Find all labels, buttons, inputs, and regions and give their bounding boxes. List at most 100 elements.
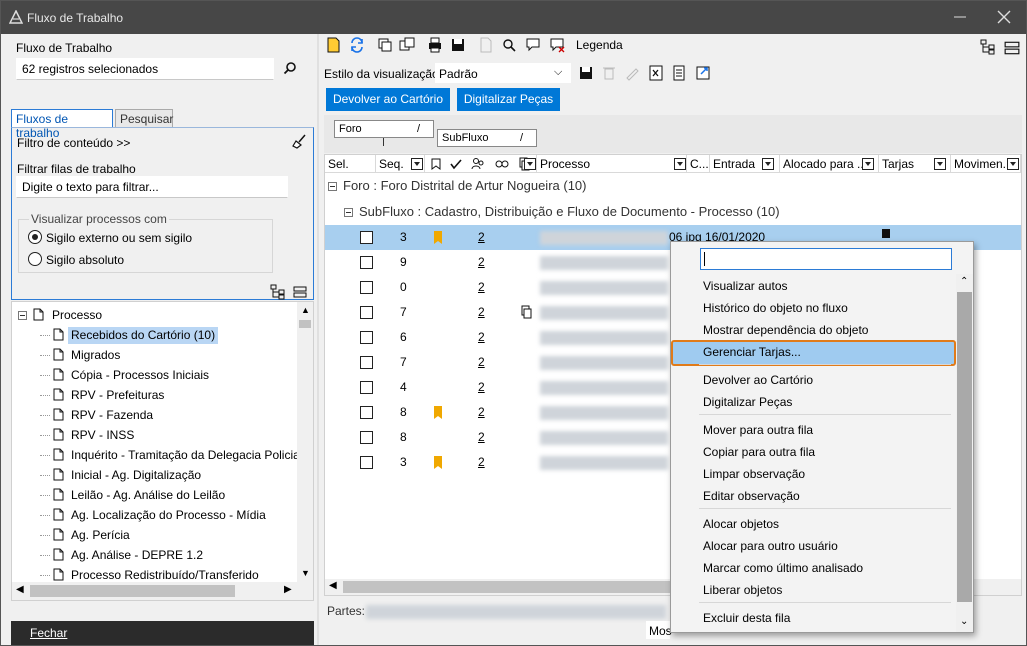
group-row-subfluxo[interactable]: SubFluxo : Cadastro, Distribuição e Flux…: [359, 204, 780, 219]
menu-item[interactable]: Devolver ao Cartório: [703, 373, 813, 391]
row-link[interactable]: 2: [478, 255, 485, 269]
scroll-up-arrow[interactable]: ▲: [301, 305, 310, 315]
duplicate-icon[interactable]: [399, 37, 415, 53]
tree-item[interactable]: Cópia - Processos Iniciais: [12, 365, 297, 385]
row-link[interactable]: 2: [478, 330, 485, 344]
scroll-down-arrow[interactable]: ▼: [301, 568, 310, 578]
row-link[interactable]: 2: [478, 430, 485, 444]
tab-workflows[interactable]: Fluxos de trabalho: [11, 109, 113, 140]
column-c[interactable]: C...: [687, 155, 710, 173]
tree-expander[interactable]: [18, 311, 27, 320]
filter-entrada-button[interactable]: [762, 158, 774, 170]
context-menu-scrollbar[interactable]: ⌃ ⌄: [956, 274, 973, 632]
row-checkbox[interactable]: [360, 431, 373, 444]
filter-tarjas-button[interactable]: [934, 158, 946, 170]
tree-item[interactable]: Migrados: [12, 345, 297, 365]
filter-movimentacao-button[interactable]: [1007, 158, 1019, 170]
digitize-pieces-button[interactable]: Digitalizar Peças: [457, 88, 560, 111]
menu-item[interactable]: Visualizar autos: [703, 279, 788, 297]
comment-delete-icon[interactable]: [549, 37, 565, 53]
context-menu-search[interactable]: [700, 248, 952, 270]
tree-item[interactable]: Inicial - Ag. Digitalização: [12, 465, 297, 485]
row-checkbox[interactable]: [360, 231, 373, 244]
close-icon[interactable]: [996, 9, 1012, 25]
row-checkbox[interactable]: [360, 381, 373, 394]
tab-search[interactable]: Pesquisar: [115, 109, 173, 127]
tree-root-processo[interactable]: Processo: [12, 305, 297, 325]
comment-icon[interactable]: [525, 37, 541, 53]
menu-item[interactable]: Alocar para outro usuário: [703, 539, 838, 557]
group-chip-subfluxo[interactable]: SubFluxo /: [437, 129, 537, 147]
group-chip-foro[interactable]: Foro /: [334, 120, 434, 138]
close-button[interactable]: Fechar: [11, 621, 314, 645]
scroll-left-arrow[interactable]: ◀: [329, 580, 337, 591]
workflow-field[interactable]: 62 registros selecionados: [16, 58, 274, 80]
tree-item[interactable]: Ag. Perícia: [12, 525, 297, 545]
tree-horizontal-scrollbar[interactable]: ◀ ▶: [12, 582, 313, 600]
row-checkbox[interactable]: [360, 256, 373, 269]
row-checkbox[interactable]: [360, 281, 373, 294]
layout-tree-icon[interactable]: [980, 39, 996, 55]
tree-collapse-icon[interactable]: [293, 285, 307, 299]
menu-item[interactable]: Digitalizar Peças: [703, 395, 792, 413]
tree-item[interactable]: Leilão - Ag. Análise do Leilão: [12, 485, 297, 505]
layout-list-icon[interactable]: [1004, 40, 1020, 56]
radio-absolute-secrecy[interactable]: [28, 252, 42, 266]
tree-item[interactable]: Recebidos do Cartório (10): [12, 325, 297, 345]
legend-button[interactable]: Legenda: [576, 38, 623, 52]
queue-filter-input[interactable]: Digite o texto para filtrar...: [16, 176, 288, 198]
menu-item[interactable]: Editar observação: [703, 489, 800, 507]
tree-item[interactable]: RPV - INSS: [12, 425, 297, 445]
row-checkbox[interactable]: [360, 406, 373, 419]
new-document-icon[interactable]: [326, 37, 342, 53]
row-link[interactable]: 2: [478, 355, 485, 369]
row-checkbox[interactable]: [360, 306, 373, 319]
refresh-icon[interactable]: [349, 37, 365, 53]
row-link[interactable]: 2: [478, 280, 485, 294]
menu-item[interactable]: Limpar observação: [703, 467, 805, 485]
report-icon[interactable]: [671, 65, 687, 81]
print-icon[interactable]: [427, 37, 443, 53]
context-menu[interactable]: Visualizar autos Histórico do objeto no f…: [670, 241, 974, 633]
minimize-icon[interactable]: [953, 10, 967, 24]
row-link[interactable]: 2: [478, 455, 485, 469]
filter-seq-button[interactable]: [411, 158, 423, 170]
scroll-up-arrow[interactable]: ⌃: [960, 276, 968, 287]
menu-item[interactable]: Gerenciar Tarjas...: [703, 345, 801, 363]
tree-vertical-scrollbar[interactable]: ▲ ▼: [297, 302, 313, 582]
context-scroll-thumb[interactable]: [957, 292, 972, 602]
menu-item[interactable]: Marcar como último analisado: [703, 561, 863, 579]
save-view-icon[interactable]: [578, 65, 594, 81]
menu-item[interactable]: Mostrar dependência do objeto: [703, 323, 868, 341]
view-style-select[interactable]: Padrão ⌵: [435, 63, 571, 83]
export-excel-icon[interactable]: [648, 65, 664, 81]
menu-item[interactable]: Alocar objetos: [703, 517, 779, 535]
menu-item[interactable]: Mover para outra fila: [703, 423, 813, 441]
search-document-icon[interactable]: [501, 37, 517, 53]
workflow-tree[interactable]: Processo Recebidos do Cartório (10) Migra…: [11, 301, 314, 601]
column-processo[interactable]: Processo: [537, 155, 687, 173]
row-checkbox[interactable]: [360, 356, 373, 369]
title-bar[interactable]: Fluxo de Trabalho: [1, 1, 1026, 34]
scroll-thumb[interactable]: [299, 320, 311, 328]
scroll-thumb-horizontal[interactable]: [30, 585, 235, 597]
scroll-left-arrow[interactable]: ◀: [16, 584, 24, 595]
group-foro-expander[interactable]: [328, 182, 337, 191]
menu-item[interactable]: Histórico do objeto no fluxo: [703, 301, 848, 319]
scroll-right-arrow[interactable]: ▶: [284, 584, 292, 595]
row-checkbox[interactable]: [360, 331, 373, 344]
row-link[interactable]: 2: [478, 230, 485, 244]
tree-expand-icon[interactable]: [270, 284, 286, 300]
copy-process-icon[interactable]: [377, 37, 393, 53]
tree-item[interactable]: Ag. Localização do Processo - Mídia: [12, 505, 297, 525]
radio-external-secrecy[interactable]: [28, 230, 42, 244]
filter-processo-button[interactable]: [524, 158, 536, 170]
row-checkbox[interactable]: [360, 456, 373, 469]
tree-item[interactable]: Ag. Análise - DEPRE 1.2: [12, 545, 297, 565]
row-link[interactable]: 2: [478, 405, 485, 419]
menu-item[interactable]: Copiar para outra fila: [703, 445, 815, 463]
splitter[interactable]: [317, 34, 319, 645]
export-icon[interactable]: [695, 65, 711, 81]
return-to-registry-button[interactable]: Devolver ao Cartório: [326, 88, 450, 111]
filter-alocado-button[interactable]: [862, 158, 874, 170]
